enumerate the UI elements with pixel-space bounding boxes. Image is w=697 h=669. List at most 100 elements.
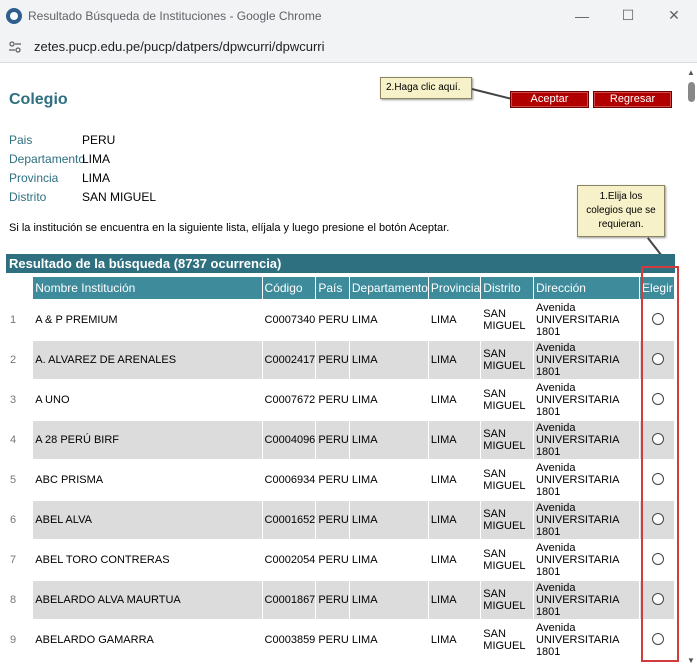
info-row-provincia: Provincia LIMA — [9, 168, 156, 187]
cell-distrito: SAN MIGUEL — [481, 501, 533, 539]
column-header: Nombre Institución — [33, 277, 262, 299]
cell-departamento: LIMA — [349, 501, 428, 539]
cell-departamento: LIMA — [349, 341, 428, 379]
scroll-thumb[interactable] — [688, 82, 695, 102]
cell-provincia: LIMA — [428, 501, 481, 539]
cell-direccion: Avenida UNIVERSITARIA 1801 — [533, 501, 640, 539]
column-header: País — [316, 277, 349, 299]
direccion-line: 1801 — [535, 326, 561, 338]
info-label: Distrito — [9, 189, 47, 204]
distrito-line: SAN — [483, 468, 506, 480]
distrito-line: MIGUEL — [483, 440, 526, 452]
cell-provincia: LIMA — [428, 461, 481, 499]
close-button[interactable]: ✕ — [651, 0, 697, 31]
cell-pais: PERU — [316, 341, 349, 379]
cell-departamento: LIMA — [349, 541, 428, 579]
distrito-line: MIGUEL — [483, 360, 526, 372]
aceptar-button[interactable]: Aceptar — [510, 91, 589, 108]
row-index: 7 — [7, 541, 33, 579]
direccion-line: Avenida — [535, 622, 576, 634]
table-row: 6 ABEL ALVA C0001652 PERU LIMA LIMA SAN MIGUEL A… — [7, 501, 674, 539]
info-row-distrito: Distrito SAN MIGUEL — [9, 187, 156, 206]
direccion-line: UNIVERSITARIA — [535, 474, 620, 486]
info-label: Departamento — [9, 151, 86, 166]
table-row: 8 ABELARDO ALVA MAURTUA C0001867 PERU LIMA LI… — [7, 581, 674, 619]
direccion-line: 1801 — [535, 646, 561, 658]
cell-codigo: C0001867 — [262, 581, 316, 619]
cell-direccion: Avenida UNIVERSITARIA 1801 — [533, 381, 640, 419]
cell-pais: PERU — [316, 461, 349, 499]
direccion-line: Avenida — [535, 382, 576, 394]
location-info: Pais PERU Departamento LIMA Provincia LI… — [9, 130, 156, 206]
cell-pais: PERU — [316, 541, 349, 579]
scroll-down-icon[interactable]: ▼ — [687, 656, 695, 665]
tooltip-aceptar: 2.Haga clic aquí. — [380, 77, 472, 99]
distrito-line: SAN — [483, 428, 506, 440]
direccion-line: UNIVERSITARIA — [535, 514, 620, 526]
column-header: Distrito — [481, 277, 533, 299]
window-titlebar: Resultado Búsqueda de Instituciones - Go… — [0, 0, 697, 31]
row-index: 5 — [7, 461, 33, 499]
direccion-line: Avenida — [535, 542, 576, 554]
tooltip-pointer — [471, 88, 513, 100]
direccion-line: UNIVERSITARIA — [535, 554, 620, 566]
elegir-highlight — [641, 266, 679, 662]
direccion-line: UNIVERSITARIA — [535, 594, 620, 606]
cell-pais: PERU — [316, 421, 349, 459]
page-title: Colegio — [9, 91, 68, 108]
page-scrollbar[interactable]: ▲ ▼ — [685, 64, 697, 669]
cell-pais: PERU — [316, 621, 349, 659]
table-row: 3A UNO C0007672 PERU LIMA LIMA SAN MIGUEL Aveni… — [7, 381, 674, 419]
instructions-text: Si la institución se encuentra en la sig… — [9, 222, 450, 234]
info-row-departamento: Departamento LIMA — [9, 149, 156, 168]
table-row: 1A & P PREMIUM C0007340 PERU LIMA LIMA SAN MIG… — [7, 301, 674, 339]
direccion-line: UNIVERSITARIA — [535, 394, 620, 406]
tooltip-elegir: 1.Elija los colegios que se requieran. — [577, 185, 665, 237]
cell-nombre: A. ALVAREZ DE ARENALES — [33, 341, 262, 379]
row-index: 6 — [7, 501, 33, 539]
site-settings-icon[interactable] — [8, 40, 22, 54]
distrito-line: SAN — [483, 388, 506, 400]
column-header: Dirección — [533, 277, 640, 299]
row-index: 3 — [7, 381, 33, 419]
url-text[interactable]: zetes.pucp.edu.pe/pucp/datpers/dpwcurri/… — [34, 39, 325, 54]
minimize-button[interactable]: — — [559, 0, 605, 31]
regresar-button[interactable]: Regresar — [593, 91, 672, 108]
cell-nombre: ABEL TORO CONTRERAS — [33, 541, 262, 579]
cell-codigo: C0007340 — [262, 301, 316, 339]
scroll-up-icon[interactable]: ▲ — [687, 68, 695, 77]
info-label: Provincia — [9, 170, 59, 185]
distrito-line: MIGUEL — [483, 640, 526, 652]
cell-nombre: A UNO — [33, 381, 262, 419]
row-index: 8 — [7, 581, 33, 619]
cell-departamento: LIMA — [349, 621, 428, 659]
row-index: 2 — [7, 341, 33, 379]
cell-departamento: LIMA — [349, 381, 428, 419]
row-index: 1 — [7, 301, 33, 339]
direccion-line: Avenida — [535, 342, 576, 354]
info-label: Pais — [9, 132, 33, 147]
distrito-line: MIGUEL — [483, 520, 526, 532]
cell-nombre: ABC PRISMA — [33, 461, 262, 499]
cell-direccion: Avenida UNIVERSITARIA 1801 — [533, 341, 640, 379]
cell-distrito: SAN MIGUEL — [481, 381, 533, 419]
cell-provincia: LIMA — [428, 421, 481, 459]
cell-departamento: LIMA — [349, 461, 428, 499]
distrito-line: MIGUEL — [483, 600, 526, 612]
cell-distrito: SAN MIGUEL — [481, 341, 533, 379]
direccion-line: Avenida — [535, 302, 576, 314]
info-value: PERU — [82, 132, 116, 147]
cell-codigo: C0003859 — [262, 621, 316, 659]
direccion-line: Avenida — [535, 422, 576, 434]
tooltip-line: colegios que se — [586, 205, 656, 216]
cell-nombre: A 28 PERÚ BIRF — [33, 421, 262, 459]
index-header — [7, 277, 33, 299]
direccion-line: 1801 — [535, 486, 561, 498]
info-row-pais: Pais PERU — [9, 130, 156, 149]
table-row: 4A 28 PERÚ BIRF C0004096 PERU LIMA LIMA SAN MI… — [7, 421, 674, 459]
maximize-button[interactable]: ☐ — [605, 0, 651, 31]
cell-provincia: LIMA — [428, 621, 481, 659]
cell-distrito: SAN MIGUEL — [481, 581, 533, 619]
cell-distrito: SAN MIGUEL — [481, 461, 533, 499]
cell-codigo: C0006934 — [262, 461, 316, 499]
